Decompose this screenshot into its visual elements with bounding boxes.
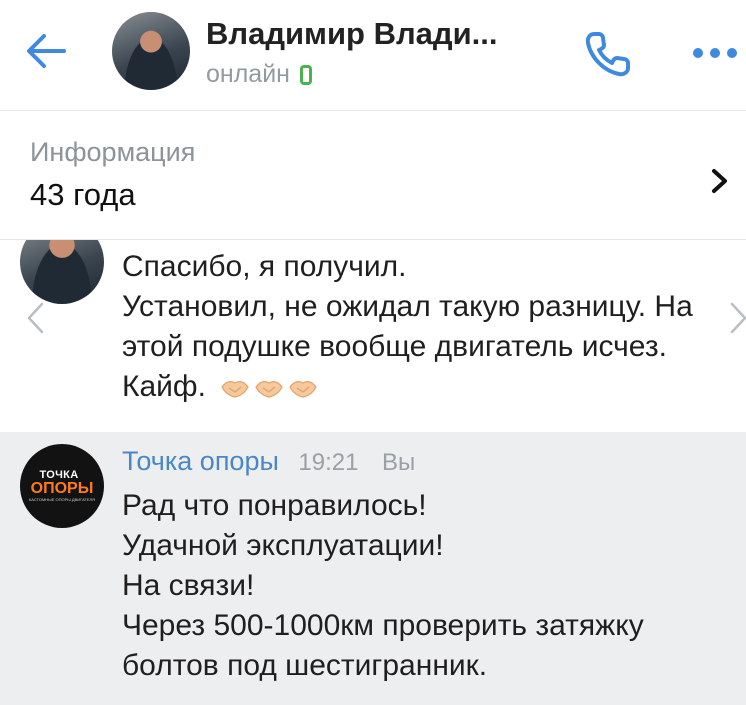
status-text: онлайн: [206, 60, 290, 88]
message-line: Спасибо, я получил.: [122, 250, 407, 283]
avatar[interactable]: [20, 240, 104, 304]
message-meta: Точка опоры 19:21 Вы: [122, 446, 415, 477]
info-value: 43 года: [30, 177, 136, 212]
chevron-right-icon[interactable]: [726, 300, 746, 336]
info-row[interactable]: Информация 43 года: [0, 111, 746, 240]
chevron-left-icon[interactable]: [22, 300, 48, 336]
phone-icon: [585, 32, 630, 77]
message-incoming[interactable]: Спасибо, я получил. Установил, не ожидал…: [0, 240, 746, 432]
message-line: На связи!: [122, 569, 255, 602]
message-line: болтов под шестигранник.: [122, 649, 488, 682]
message-line: Через 500-1000км проверить затяжку: [122, 609, 644, 642]
message-last-line: Кайф.: [122, 367, 746, 407]
message-text: Спасибо, я получил. Установил, не ожидал…: [122, 247, 746, 407]
chat-header: Владимир Влади... онлайн: [0, 0, 746, 111]
online-status: онлайн: [206, 60, 312, 89]
message-line: Удачной эксплуатации!: [122, 529, 444, 562]
handshake-emoji-icon: [221, 381, 249, 398]
chevron-right-icon: [712, 169, 727, 193]
avatar[interactable]: [112, 12, 190, 90]
mobile-online-icon: [299, 64, 312, 85]
call-button[interactable]: [582, 28, 634, 80]
back-button[interactable]: [22, 27, 70, 75]
arrow-left-icon: [27, 34, 66, 68]
emoji-group: [220, 375, 318, 401]
info-label: Информация: [30, 137, 196, 167]
more-button[interactable]: [690, 38, 740, 68]
more-horizontal-icon: [693, 48, 737, 58]
handshake-emoji-icon: [289, 381, 317, 398]
handshake-emoji-icon: [255, 381, 283, 398]
message-line: этой подушке вообще двигатель исчез.: [122, 330, 667, 363]
contact-name[interactable]: Владимир Влади...: [206, 16, 576, 52]
sender-you-label: Вы: [381, 449, 416, 476]
sender-name[interactable]: Точка опоры: [122, 446, 279, 476]
message-line: Кайф.: [122, 370, 206, 403]
logo-text: КАСТОМНЫЕ ОПОРЫ ДВИГАТЕЛЯ: [28, 497, 96, 502]
message-text: Рад что понравилось! Удачной эксплуатаци…: [122, 486, 732, 686]
message-outgoing[interactable]: ТОЧКА ОПОРЫ КАСТОМНЫЕ ОПОРЫ ДВИГАТЕЛЯ То…: [0, 432, 746, 705]
avatar[interactable]: ТОЧКА ОПОРЫ КАСТОМНЫЕ ОПОРЫ ДВИГАТЕЛЯ: [20, 444, 104, 528]
message-time: 19:21: [298, 449, 359, 476]
message-line: Рад что понравилось!: [122, 489, 427, 522]
message-line: Установил, не ожидал такую разницу. На: [122, 290, 693, 323]
logo-text: ОПОРЫ: [30, 480, 94, 497]
